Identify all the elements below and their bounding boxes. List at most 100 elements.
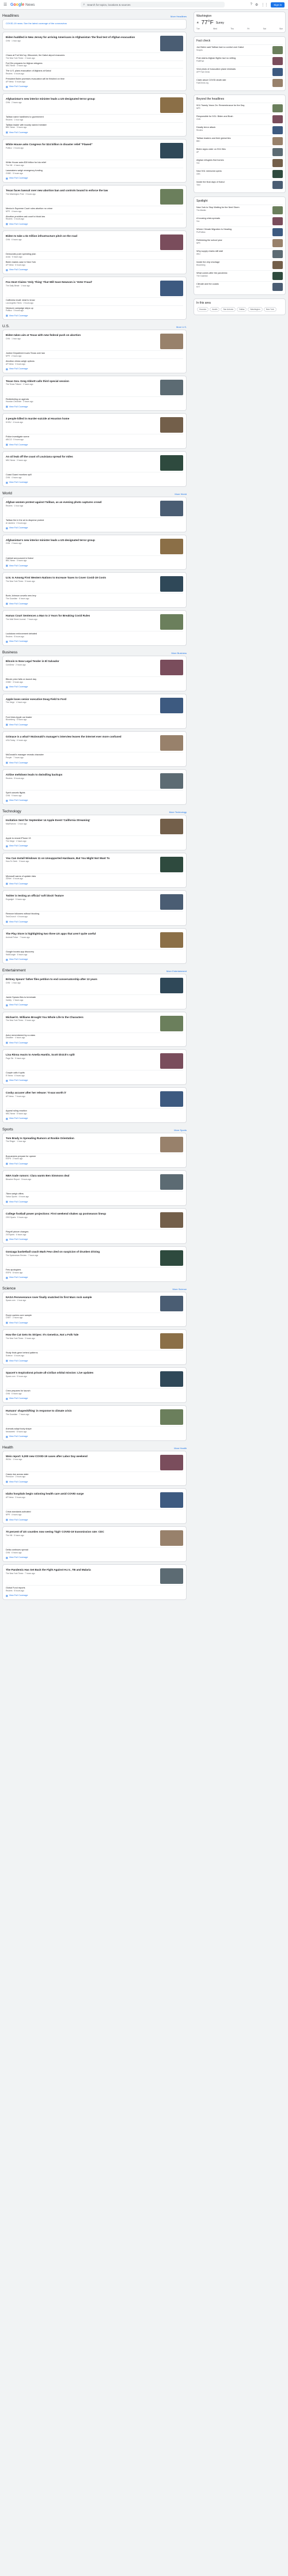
lead-story[interactable]: Gonzaga basketball coach Mark Few cited … (6, 1249, 183, 1267)
rail-thumbnail[interactable] (272, 159, 283, 167)
more-link[interactable]: More Entertainment (166, 970, 187, 973)
full-coverage-link[interactable]: ▦ View Full Coverage (6, 1041, 183, 1045)
story-headline[interactable]: Fox Host Claims 'Only Thing' That Will S… (6, 281, 158, 284)
full-coverage-link[interactable]: ▦ View Full Coverage (6, 1238, 183, 1241)
rail-thumbnail[interactable] (272, 46, 283, 54)
story-thumbnail[interactable] (160, 1174, 183, 1190)
related-story[interactable]: Taliban name hardliners to government Reu… (6, 114, 183, 122)
lead-story[interactable]: Tom Brady Is Spreading Rumors at Rookie … (6, 1136, 183, 1153)
story-headline[interactable]: The Play Store is highlighting two three… (6, 932, 158, 936)
lead-story[interactable]: You Can Install Windows 11 on Unsupporte… (6, 856, 183, 873)
related-story[interactable]: White House asks $30 billion for Ida rel… (6, 160, 183, 168)
lead-story[interactable]: SpaceX's Inspiration4 private all-civili… (6, 1370, 183, 1388)
full-coverage-link[interactable]: ▦ View Full Coverage (6, 368, 183, 370)
rail-story[interactable]: Why supply chains still stall WSJ (196, 248, 283, 259)
lead-story[interactable]: The Play Store is highlighting two three… (6, 931, 183, 949)
lead-story[interactable]: Texas Gov. Greg Abbott calls third speci… (6, 379, 183, 396)
covid-banner[interactable]: COVID-19 news: See the latest coverage o… (2, 19, 187, 29)
related-story[interactable]: Coast Guard monitors spill CNN · 4 hours … (6, 472, 183, 480)
story-headline[interactable]: U.N. Is Among First Western Nations to I… (6, 576, 158, 580)
full-coverage-link[interactable]: ▦ View Full Coverage (6, 1162, 183, 1166)
related-story[interactable]: Microsoft warns of update risks ZDNet · 4… (6, 873, 183, 882)
full-coverage-link[interactable]: ▦ View Full Coverage (6, 723, 183, 727)
story-thumbnail[interactable] (160, 500, 183, 516)
lead-story[interactable]: Biden takes aim at Texas with new federa… (6, 332, 183, 350)
section-title[interactable]: Science (2, 1287, 16, 1291)
help-icon[interactable]: ? (251, 3, 252, 6)
related-story[interactable]: Study finds gene behind patterns Science … (6, 1350, 183, 1358)
full-coverage-link[interactable]: ▦ View Full Coverage (6, 527, 183, 529)
related-story[interactable]: McDonald's manager reveals character Peop… (6, 752, 183, 760)
full-coverage-link[interactable]: ▦ View Full Coverage (6, 1594, 183, 1597)
story-thumbnail[interactable] (160, 1568, 183, 1584)
lead-story[interactable]: Afghanistan's new interior minister lead… (6, 538, 183, 555)
story-headline[interactable]: Grimace is a what? McDonald's manager's … (6, 735, 158, 739)
rail-story[interactable]: Climate and the coasts NYT (196, 281, 283, 292)
related-story[interactable]: Bitcoin price falls on launch day CNBC · … (6, 676, 183, 684)
story-thumbnail[interactable] (160, 1530, 183, 1546)
related-story[interactable]: Abortion clinics weigh options AP News · … (6, 358, 183, 366)
rail-story[interactable]: Viral photo of evacuation plane misleads… (196, 66, 283, 77)
lead-story[interactable]: An oil leak off the coast of Louisiana s… (6, 454, 183, 472)
full-coverage-link[interactable]: ▦ View Full Coverage (6, 640, 183, 643)
story-headline[interactable]: College football power projections: Firs… (6, 1212, 158, 1216)
story-headline[interactable]: How the Cat Gets Its Stripes: It's Genet… (6, 1333, 158, 1337)
full-coverage-link[interactable]: ▦ View Full Coverage (6, 222, 183, 226)
full-coverage-link[interactable]: ▦ View Full Coverage (6, 1200, 183, 1204)
story-thumbnail[interactable] (160, 576, 183, 592)
more-link[interactable]: More Business (172, 652, 187, 655)
story-headline[interactable]: Michael K. Williams Brought You Whole Li… (6, 1016, 158, 1019)
story-thumbnail[interactable] (160, 1212, 183, 1228)
apps-icon[interactable]: ⋮⋮ (261, 3, 268, 7)
related-story[interactable]: Cases rise across state PennLive · 2 hour… (6, 1471, 183, 1480)
story-thumbnail[interactable] (160, 417, 183, 433)
rail-thumbnail[interactable] (272, 217, 283, 225)
rail-story[interactable]: Responsible for 9/11: Biden and Bush CNN (196, 114, 283, 124)
story-thumbnail[interactable] (160, 280, 183, 296)
rail-story[interactable]: Inside the chip shortage Bloomberg (196, 259, 283, 270)
story-thumbnail[interactable] (160, 1454, 183, 1470)
related-story[interactable]: Jamie Spears files to terminate Variety ·… (6, 994, 183, 1003)
story-thumbnail[interactable] (160, 894, 183, 910)
related-story[interactable]: Redistricting on agenda Houston Chronicle… (6, 396, 183, 404)
story-headline[interactable]: Gonzaga basketball coach Mark Few cited … (6, 1250, 158, 1254)
rail-thumbnail[interactable] (272, 228, 283, 236)
search-input[interactable]: ⌕ Search for topics, locations & sources (81, 2, 225, 7)
rail-story[interactable]: Joe Biden said Taliban had no control ov… (196, 44, 283, 55)
related-story[interactable]: Police investigate scene ABC13 · 5 hours … (6, 434, 183, 442)
story-thumbnail[interactable] (160, 818, 183, 834)
story-headline[interactable]: 3 people killed in murder-suicide at Hou… (6, 417, 158, 421)
story-headline[interactable]: Hamas Court Sentences a Man to 3 Years f… (6, 614, 158, 618)
story-headline[interactable]: Lisa Rinna reacts to Amelia Hamlin, Scot… (6, 1053, 158, 1057)
rail-story[interactable]: Post claims Afghan flights had no vettin… (196, 55, 283, 66)
more-link[interactable]: More Health (174, 1447, 187, 1450)
rail-story[interactable]: New 9/11 memorial opens CBS (196, 168, 283, 179)
full-coverage-link[interactable]: ▦ View Full Coverage (6, 1359, 183, 1363)
story-headline[interactable]: Texas Gov. Greg Abbott calls third speci… (6, 380, 158, 383)
section-title[interactable]: Business (2, 650, 17, 655)
lead-story[interactable]: Biden huddled in New Jersey for arriving… (6, 35, 183, 52)
story-headline[interactable]: Apple loses senior executive Doug Field … (6, 698, 158, 701)
story-thumbnail[interactable] (160, 1409, 183, 1425)
story-thumbnail[interactable] (160, 1371, 183, 1387)
full-coverage-link[interactable]: ▦ View Full Coverage (6, 958, 183, 961)
story-headline[interactable]: Afghanistan's new interior minister lead… (6, 539, 158, 542)
story-headline[interactable]: SpaceX's Inspiration4 private all-civili… (6, 1371, 158, 1375)
full-coverage-link[interactable]: ▦ View Full Coverage (6, 882, 183, 886)
full-coverage-link[interactable]: ▦ View Full Coverage (6, 443, 183, 447)
more-link[interactable]: More Science (173, 1288, 187, 1291)
topic-chip[interactable]: New York (263, 307, 276, 312)
story-headline[interactable]: NASA Perseverance rover finally snatched… (6, 1296, 158, 1299)
story-headline[interactable]: Britney Spears' father files petition to… (6, 978, 158, 981)
story-thumbnail[interactable] (160, 334, 183, 350)
lead-story[interactable]: Invitation Sent for September 14 Apple E… (6, 818, 183, 835)
sign-in-button[interactable]: Sign in (271, 2, 285, 7)
more-link[interactable]: More U.S. (176, 326, 187, 328)
story-thumbnail[interactable] (160, 1053, 183, 1069)
story-thumbnail[interactable] (160, 1492, 183, 1508)
rail-story[interactable]: Taliban leaders and their global ties BBC (196, 135, 283, 146)
story-thumbnail[interactable] (160, 455, 183, 471)
more-link[interactable]: More Technology (169, 811, 187, 814)
full-coverage-link[interactable]: ▦ View Full Coverage (6, 1518, 183, 1522)
rail-thumbnail[interactable] (272, 148, 283, 156)
